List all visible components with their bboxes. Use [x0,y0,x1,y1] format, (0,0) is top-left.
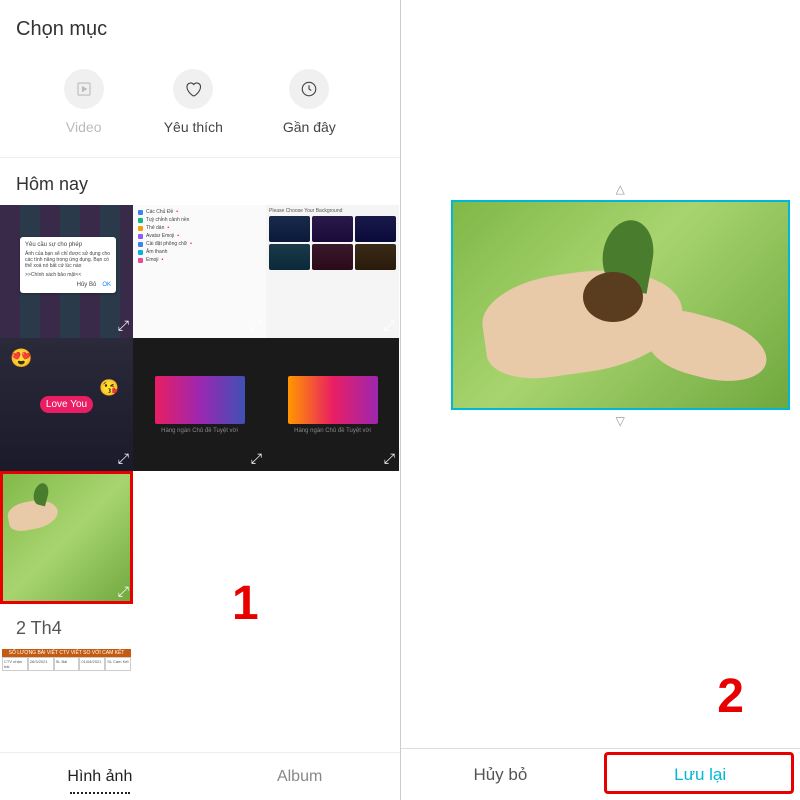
crop-frame[interactable]: △ ▽ [451,200,791,410]
thumb-plant-selected[interactable]: ⤢ [0,471,133,604]
expand-icon: ⤢ [384,450,395,467]
category-recent[interactable]: Gần đây [283,69,336,135]
expand-icon: ⤢ [118,450,129,467]
thumb-keyboard-theme-1[interactable]: Hàng ngàn Chủ đề Tuyệt vời ⤢ [133,338,266,471]
category-favorite[interactable]: Yêu thích [164,69,223,135]
permission-modal: Yêu cầu sự cho phép Ảnh của bạn sẽ chỉ đ… [20,237,116,293]
expand-icon: ⤢ [251,317,262,334]
tab-album[interactable]: Album [200,753,400,800]
gallery-picker-panel: Chọn mục Video Yêu thích Gần đây Hôm nay [0,0,401,800]
cancel-button[interactable]: Hủy bỏ [401,749,601,800]
thumb-keyboard-theme-2[interactable]: Hàng ngàn Chủ đề Tuyệt vời ⤢ [266,338,399,471]
expand-icon: ⤢ [251,450,262,467]
expand-icon: ⤢ [118,583,129,600]
category-video[interactable]: Video [64,69,104,135]
expand-icon: ⤢ [118,317,129,334]
heart-icon [173,69,213,109]
tab-images[interactable]: Hình ảnh [0,753,200,800]
category-row: Video Yêu thích Gần đây [0,45,400,157]
clock-icon [289,69,329,109]
section-date: 2 Th4 [0,604,400,647]
crop-handle-bottom[interactable]: ▽ [616,414,625,428]
bottom-tabbar: Hình ảnh Album [0,752,400,800]
save-highlight [604,752,794,794]
play-icon [64,69,104,109]
thumb-screenshot-dialog[interactable]: Yêu cầu sự cho phép Ảnh của bạn sẽ chỉ đ… [0,205,133,338]
thumb-app-settings[interactable]: Các Chủ Đề• Tuỳ chỉnh cảnh nền Thẻ dán• … [133,205,266,338]
section-today: Hôm nay [0,158,400,205]
thumb-keyboard-backgrounds[interactable]: Please Choose Your Background ⤢ [266,205,399,338]
expand-icon: ⤢ [384,317,395,334]
page-title: Chọn mục [0,0,400,45]
thumb-spreadsheet[interactable]: SỐ LƯỢNG BÀI VIẾT CTV VIẾT SO VỚI CAM KẾ… [0,647,133,685]
crop-handle-top[interactable]: △ [616,182,625,196]
thumbnail-grid: Yêu cầu sự cho phép Ảnh của bạn sẽ chỉ đ… [0,205,400,604]
crop-panel: △ ▽ 2 Hủy bỏ Lưu lại [401,0,800,800]
step-marker-2: 2 [717,669,744,724]
step-marker-1: 1 [232,576,259,631]
thumb-love-you[interactable]: Love You 😍 😘 ⤢ [0,338,133,471]
